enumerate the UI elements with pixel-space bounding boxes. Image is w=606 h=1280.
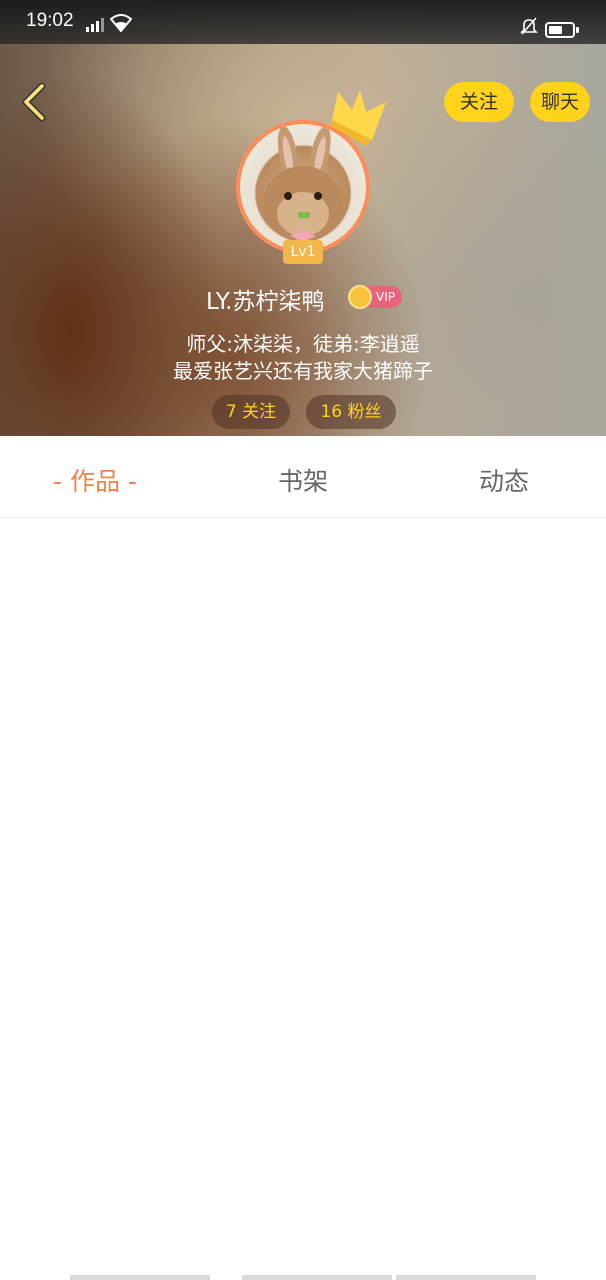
- vip-crown-icon: [348, 285, 372, 309]
- battery-icon: [545, 22, 579, 38]
- bottom-tab-placeholder: [70, 1275, 536, 1280]
- vip-label: VIP: [376, 290, 395, 304]
- profile-tabs: - 作品 - 书架 动态: [0, 436, 606, 518]
- back-arrow-icon[interactable]: [14, 80, 54, 124]
- tab-bookshelf[interactable]: 书架: [278, 462, 328, 498]
- profile-header: 19:02 关注 聊天 Lv1 LY.苏柠柒鸭 VIP 师父:沐柒柒，徒弟:李逍…: [0, 0, 606, 436]
- follow-button[interactable]: 关注: [444, 82, 514, 122]
- content-area: [0, 519, 606, 1269]
- tab-works[interactable]: - 作品 -: [53, 462, 137, 498]
- crown-icon: [330, 90, 386, 146]
- vip-badge: VIP: [348, 285, 402, 309]
- battery-level: [549, 26, 563, 34]
- username-row: LY.苏柠柒鸭 VIP: [0, 282, 606, 315]
- username: LY.苏柠柒鸭: [206, 289, 325, 315]
- signal-icon: [84, 18, 104, 32]
- chat-button[interactable]: 聊天: [530, 82, 590, 122]
- fans-count-button[interactable]: 16 粉丝: [306, 395, 396, 429]
- following-count-button[interactable]: 7 关注: [212, 395, 290, 429]
- tab-activity[interactable]: 动态: [479, 462, 529, 498]
- bio-line-1: 师父:沐柒柒，徒弟:李逍遥: [186, 332, 420, 356]
- bio-line-2: 最爱张艺兴还有我家大猪蹄子: [173, 359, 433, 383]
- status-bar: 19:02: [0, 0, 606, 44]
- wifi-icon: [110, 14, 132, 32]
- level-badge: Lv1: [283, 240, 323, 264]
- status-time: 19:02: [26, 10, 74, 31]
- bell-off-icon: [520, 17, 538, 35]
